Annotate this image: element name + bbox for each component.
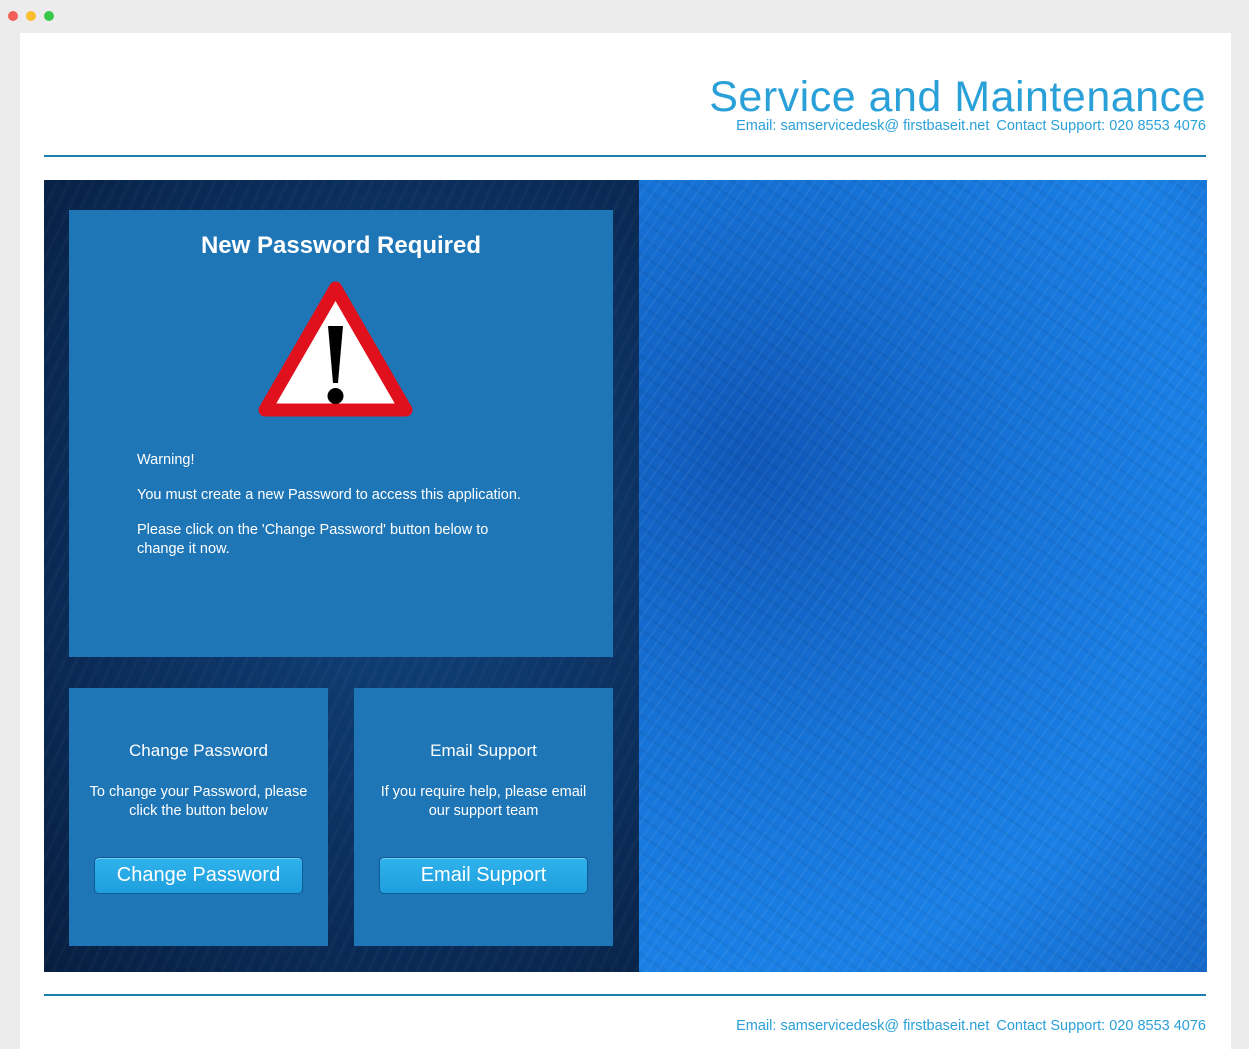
email-support-card-title: Email Support: [430, 741, 537, 760]
email-support-card: Email Support If you require help, pleas…: [354, 688, 613, 946]
decorative-banner-image: [639, 180, 1207, 972]
header-contact: Email: samservicedesk@ firstbaseit.net Co…: [736, 118, 1206, 134]
warning-instruction: Please click on the 'Change Password' bu…: [137, 522, 489, 557]
left-pane: New Password Required Warning! You must …: [44, 180, 639, 972]
change-password-card: Change Password To change your Password,…: [69, 688, 328, 946]
footer-email-link[interactable]: Email: samservicedesk@ firstbaseit.net: [736, 1018, 989, 1034]
header-email-link[interactable]: Email: samservicedesk@ firstbaseit.net: [736, 118, 989, 134]
change-password-button[interactable]: Change Password: [94, 857, 303, 894]
window-close-dot[interactable]: [8, 11, 18, 21]
window-maximize-dot[interactable]: [44, 11, 54, 21]
panel-title: New Password Required: [200, 232, 482, 259]
window-minimize-dot[interactable]: [26, 11, 36, 21]
browser-chrome: [0, 0, 1249, 32]
warning-triangle-icon: [258, 281, 413, 417]
email-support-card-text: If you require help, please email our su…: [380, 784, 587, 819]
new-password-panel: New Password Required Warning! You must …: [69, 210, 613, 657]
footer-contact: Email: samservicedesk@ firstbaseit.net Co…: [736, 1018, 1206, 1034]
page: Service and Maintenance Email: samservic…: [20, 33, 1231, 1049]
header-divider: [44, 155, 1206, 157]
footer-support-phone: Contact Support: 020 8553 4076: [996, 1018, 1206, 1034]
change-password-card-title: Change Password: [129, 741, 268, 760]
content-stage: New Password Required Warning! You must …: [44, 180, 1207, 972]
change-password-card-text: To change your Password, please click th…: [89, 784, 308, 819]
header-support-phone: Contact Support: 020 8553 4076: [996, 118, 1206, 134]
email-support-button[interactable]: Email Support: [379, 857, 588, 894]
footer-divider: [44, 994, 1206, 996]
page-title: Service and Maintenance: [709, 73, 1206, 121]
warning-message: You must create a new Password to access…: [137, 487, 521, 503]
warning-label: Warning!: [137, 452, 195, 468]
